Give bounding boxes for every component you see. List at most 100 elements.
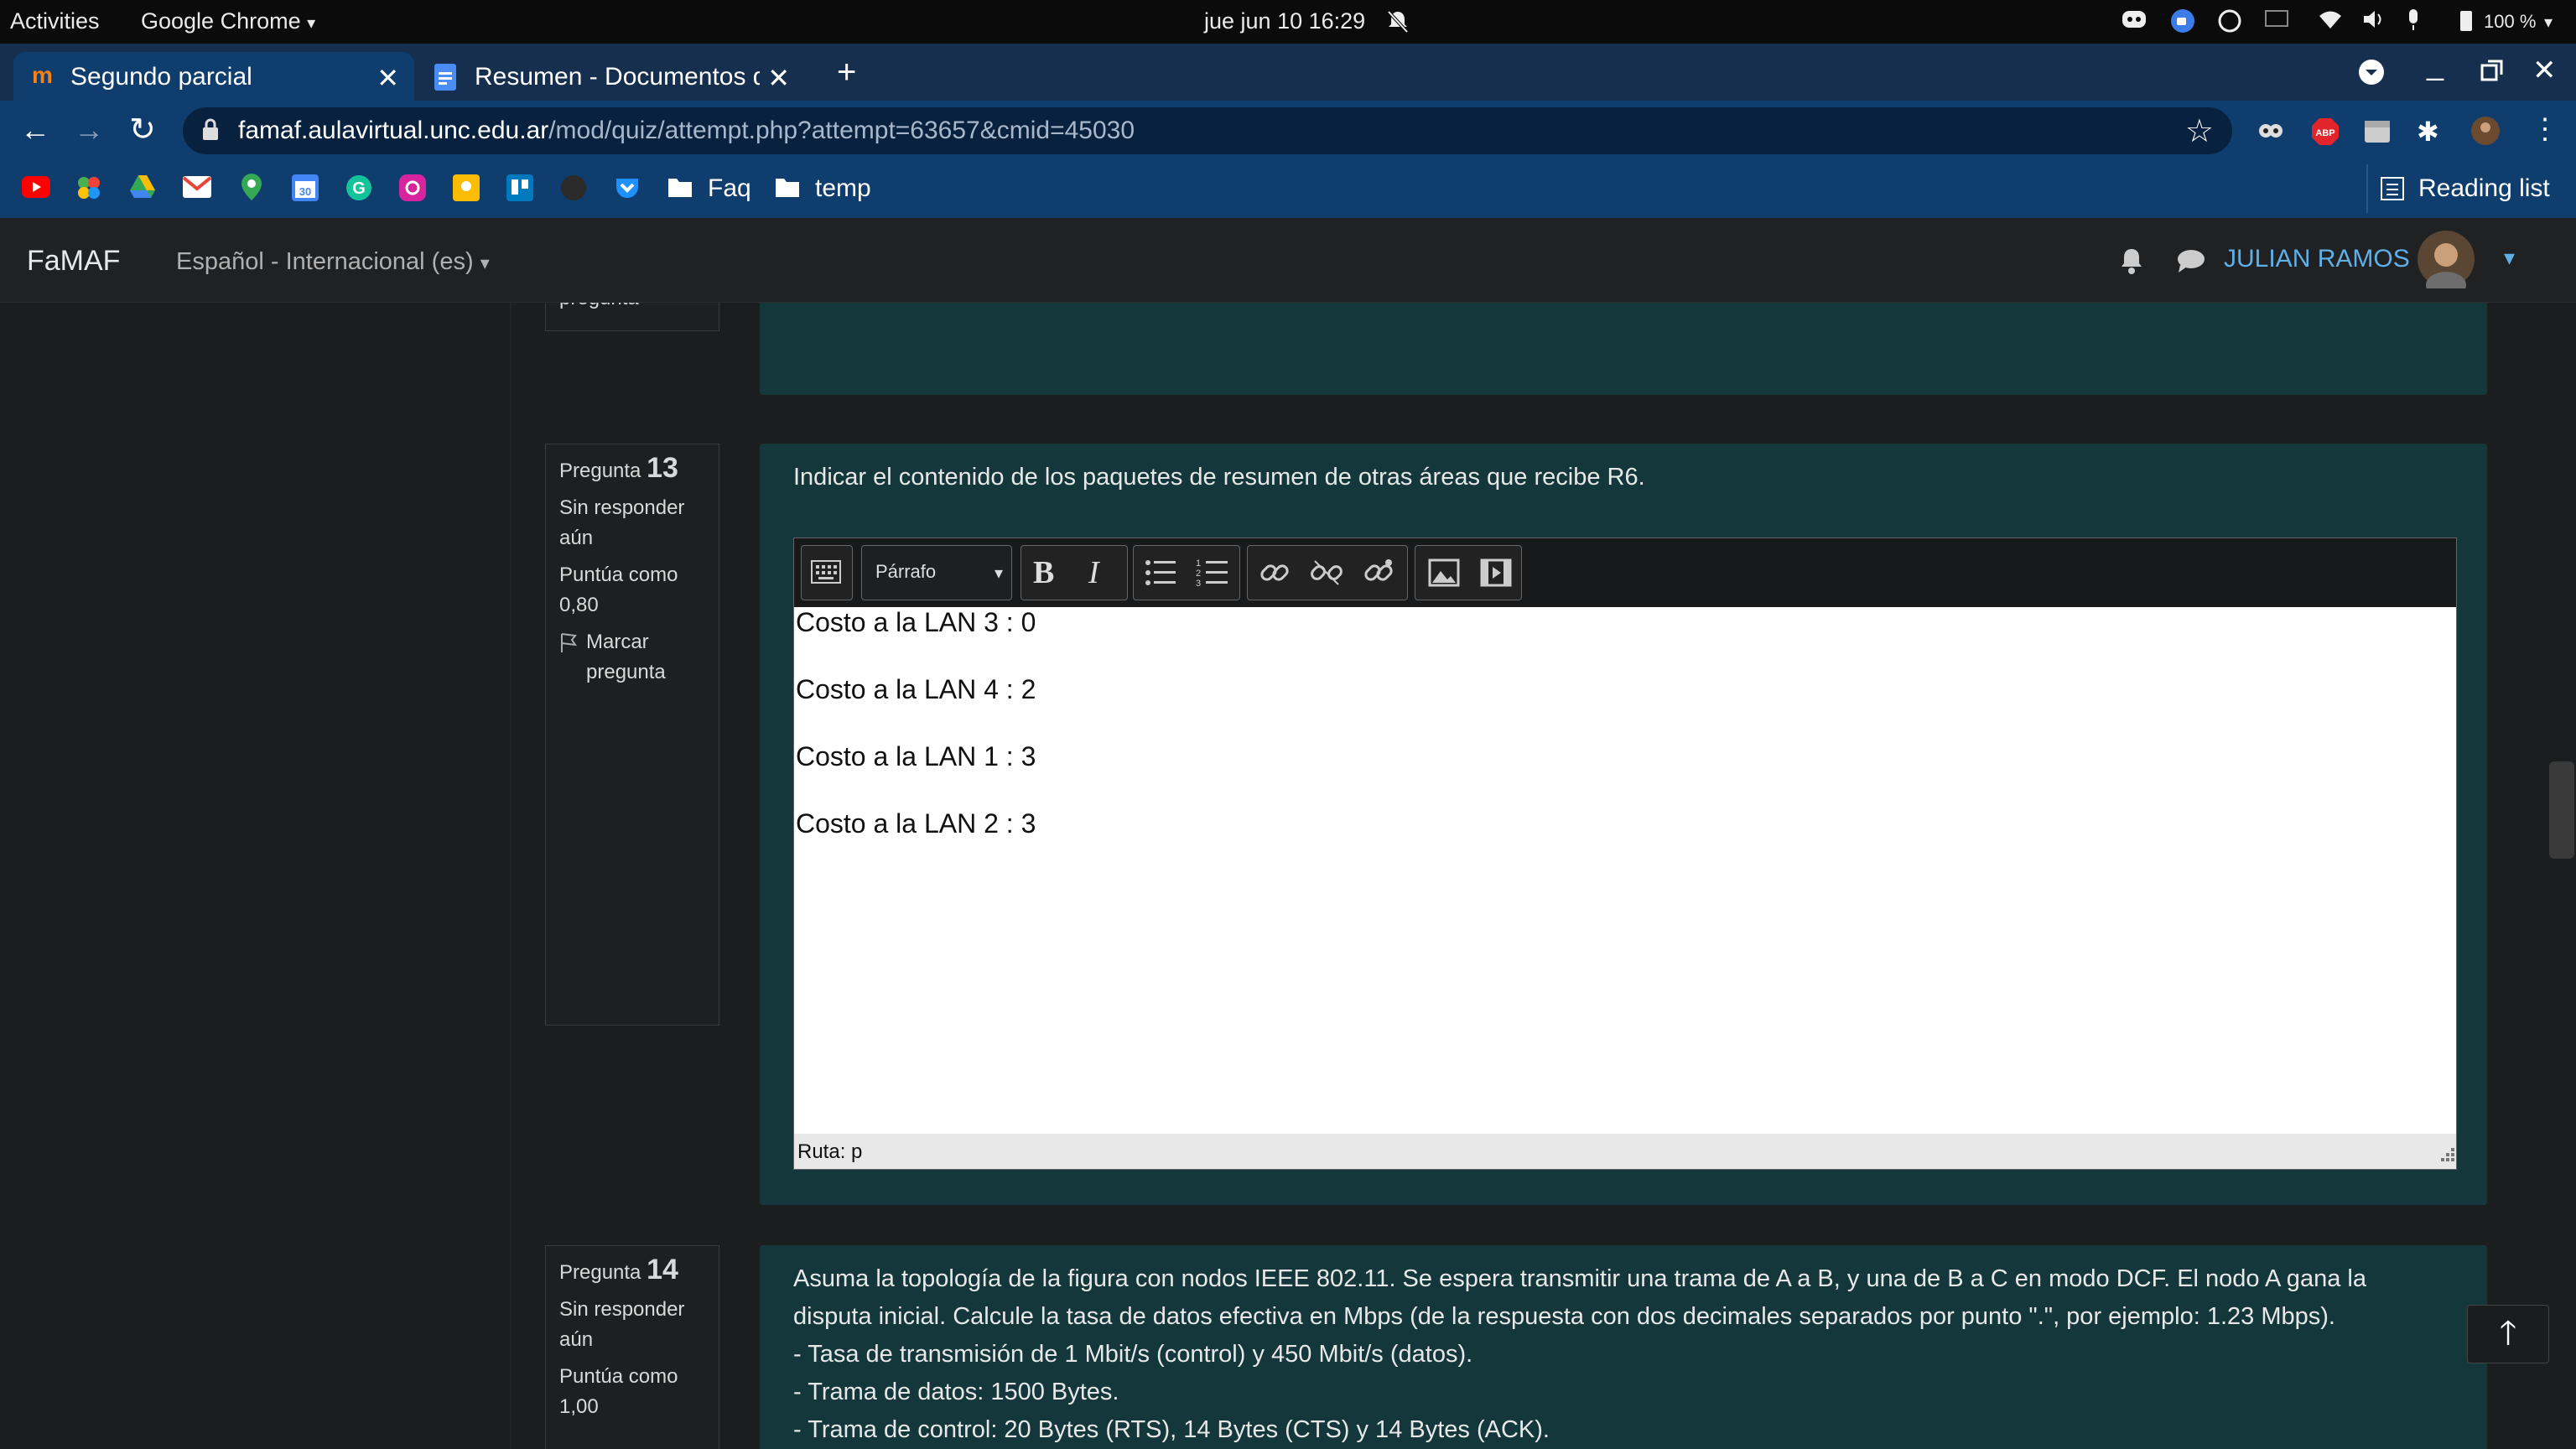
back-to-top-button[interactable]: 🡑: [2467, 1305, 2549, 1363]
italic-icon[interactable]: I: [1088, 554, 1099, 591]
close-window-icon[interactable]: ✕: [2532, 54, 2557, 87]
editor-content-area[interactable]: Costo a la LAN 3 : 0 Costo a la LAN 4 : …: [794, 607, 2456, 1134]
toggle-toolbar-button[interactable]: [801, 545, 853, 600]
prompt-line: - Trama de control: 20 Bytes (RTS), 14 B…: [793, 1416, 1550, 1443]
pinwheel-bookmark-icon[interactable]: [75, 174, 102, 208]
media-icon[interactable]: [1479, 556, 1513, 597]
microphone-icon[interactable]: [2405, 8, 2422, 38]
browser-toolbar: ← → ↻ famaf.aulavirtual.unc.edu.ar/mod/q…: [0, 101, 2576, 161]
screen-share-icon[interactable]: [2264, 8, 2289, 36]
extensions-puzzle-icon[interactable]: ✱: [2417, 116, 2439, 148]
image-icon[interactable]: [1427, 556, 1461, 597]
bell-icon[interactable]: [2118, 247, 2145, 279]
github-bookmark-icon[interactable]: [560, 174, 587, 208]
google-keep-bookmark-icon[interactable]: [453, 174, 480, 208]
app-menu[interactable]: Google Chrome ▾: [141, 8, 315, 34]
tab-search-icon[interactable]: [2358, 59, 2385, 90]
question-13-prompt: Indicar el contenido de los paquetes de …: [793, 464, 1645, 491]
gmail-bookmark-icon[interactable]: [182, 176, 212, 205]
profile-avatar-icon[interactable]: [2470, 116, 2501, 150]
minimize-window-icon[interactable]: _: [2427, 47, 2444, 82]
reading-list-label: Reading list: [2418, 174, 2550, 202]
bookmark-star-icon[interactable]: ☆: [2185, 112, 2214, 150]
prev-flag-text[interactable]: pregunta: [559, 303, 639, 314]
google-calendar-bookmark-icon[interactable]: 30: [292, 174, 319, 208]
editor-line: Costo a la LAN 3 : 0: [796, 607, 1036, 637]
user-menu-chevron-icon[interactable]: ▾: [2504, 245, 2515, 271]
svg-text:1: 1: [1196, 558, 1201, 569]
activities-button[interactable]: Activities: [10, 8, 100, 34]
question-14-prompt: Asuma la topología de la figura con nodo…: [793, 1260, 2366, 1449]
tab-segundo-parcial[interactable]: m Segundo parcial ✕: [13, 52, 414, 101]
prompt-line: - Tasa de transmisión de 1 Mbit/s (contr…: [793, 1341, 1473, 1368]
editor-statusbar: Ruta: p: [794, 1134, 2456, 1169]
resize-handle-icon[interactable]: [2431, 1138, 2456, 1169]
new-tab-icon[interactable]: +: [837, 54, 856, 91]
trello-bookmark-icon[interactable]: [506, 174, 533, 208]
address-bar[interactable]: famaf.aulavirtual.unc.edu.ar/mod/quiz/at…: [183, 107, 2232, 154]
folder-icon: [667, 176, 693, 205]
chevron-down-icon: ▾: [307, 14, 316, 33]
question-label: Pregunta: [559, 460, 641, 482]
language-menu[interactable]: Español - Internacional (es) ▾: [176, 248, 490, 276]
reading-list-icon: [2380, 176, 2405, 208]
format-select[interactable]: Párrafo ▾: [861, 545, 1012, 600]
prev-question-box: [760, 303, 2487, 395]
battery-icon[interactable]: [2454, 8, 2479, 39]
zoom-icon[interactable]: [2170, 8, 2195, 39]
restore-window-icon[interactable]: [2480, 59, 2504, 86]
auto-link-icon[interactable]: [1362, 556, 1395, 597]
instagram-bookmark-icon[interactable]: [399, 174, 426, 208]
editor-line: Costo a la LAN 2 : 3: [796, 808, 1036, 839]
google-drive-bookmark-icon[interactable]: [129, 174, 156, 206]
link-icon[interactable]: [1258, 556, 1291, 597]
wifi-icon[interactable]: [2318, 8, 2343, 36]
ordered-list-icon[interactable]: 123: [1196, 556, 1229, 597]
forward-icon[interactable]: →: [74, 112, 104, 148]
page-scrollbar-thumb[interactable]: [2549, 761, 2574, 859]
chrome-menu-icon[interactable]: ⋮: [2531, 112, 2559, 146]
bold-icon[interactable]: B: [1033, 554, 1054, 591]
back-icon[interactable]: ←: [20, 112, 50, 148]
system-menu-chevron-icon[interactable]: ▾: [2544, 12, 2553, 33]
prompt-line: disputa inicial. Calcule la tasa de dato…: [793, 1303, 2335, 1330]
editor-path: Ruta: p: [797, 1140, 863, 1163]
unordered-list-icon[interactable]: [1144, 556, 1177, 597]
close-tab-icon[interactable]: ✕: [377, 62, 399, 94]
question-state: Sin responder aún: [559, 496, 685, 549]
volume-icon[interactable]: [2361, 8, 2386, 36]
question-14-box: Asuma la topología de la figura con nodo…: [760, 1245, 2487, 1449]
flag-question-link[interactable]: Marcar pregunta: [559, 627, 720, 688]
user-avatar[interactable]: [2417, 230, 2475, 299]
messages-icon[interactable]: [2177, 248, 2205, 278]
lock-icon: [201, 117, 220, 149]
pocket-bookmark-icon[interactable]: [614, 174, 641, 208]
question-number-value: 14: [647, 1254, 678, 1285]
reload-icon[interactable]: ↻: [129, 111, 156, 148]
unlink-icon[interactable]: [1310, 556, 1343, 597]
site-navbar: FaMAF Español - Internacional (es) ▾ JUL…: [0, 218, 2576, 303]
quiz-content: pregunta Pregunta 13 Sin responder aún P…: [0, 303, 2576, 1449]
adblock-plus-icon[interactable]: ABP: [2311, 117, 2340, 150]
extension-box-icon[interactable]: [2363, 117, 2392, 148]
question-number: Pregunta 14: [559, 1254, 705, 1288]
svg-text:2: 2: [1196, 569, 1201, 579]
site-brand[interactable]: FaMAF: [27, 245, 120, 278]
notifications-off-icon: [1385, 8, 1410, 39]
google-maps-bookmark-icon[interactable]: [240, 173, 263, 208]
whatsapp-icon[interactable]: [2217, 8, 2242, 39]
browser-tab-strip: m Segundo parcial ✕ Resumen - Documentos…: [0, 44, 2576, 101]
question-14-info: Pregunta 14 Sin responder aún Puntúa com…: [545, 1245, 719, 1449]
grammarly-bookmark-icon[interactable]: G: [345, 174, 372, 208]
youtube-bookmark-icon[interactable]: [22, 176, 50, 205]
editor-toolbar: Párrafo ▾ B I 123: [794, 538, 2456, 607]
column-divider: [510, 303, 512, 1449]
discord-icon[interactable]: [2122, 8, 2147, 36]
answer-editor: Párrafo ▾ B I 123 Costo a la LAN 3: 0 C…: [793, 538, 2457, 1170]
clock[interactable]: jue jun 10 16:29: [1204, 8, 1365, 34]
tab-resumen-documentos[interactable]: Resumen - Documentos d ✕: [419, 52, 805, 101]
user-name[interactable]: JULIAN RAMOS: [2224, 245, 2410, 273]
close-tab-icon[interactable]: ✕: [767, 62, 790, 94]
question-grade: Puntúa como 0,80: [559, 564, 678, 616]
extension-owl-icon[interactable]: [2257, 117, 2284, 148]
